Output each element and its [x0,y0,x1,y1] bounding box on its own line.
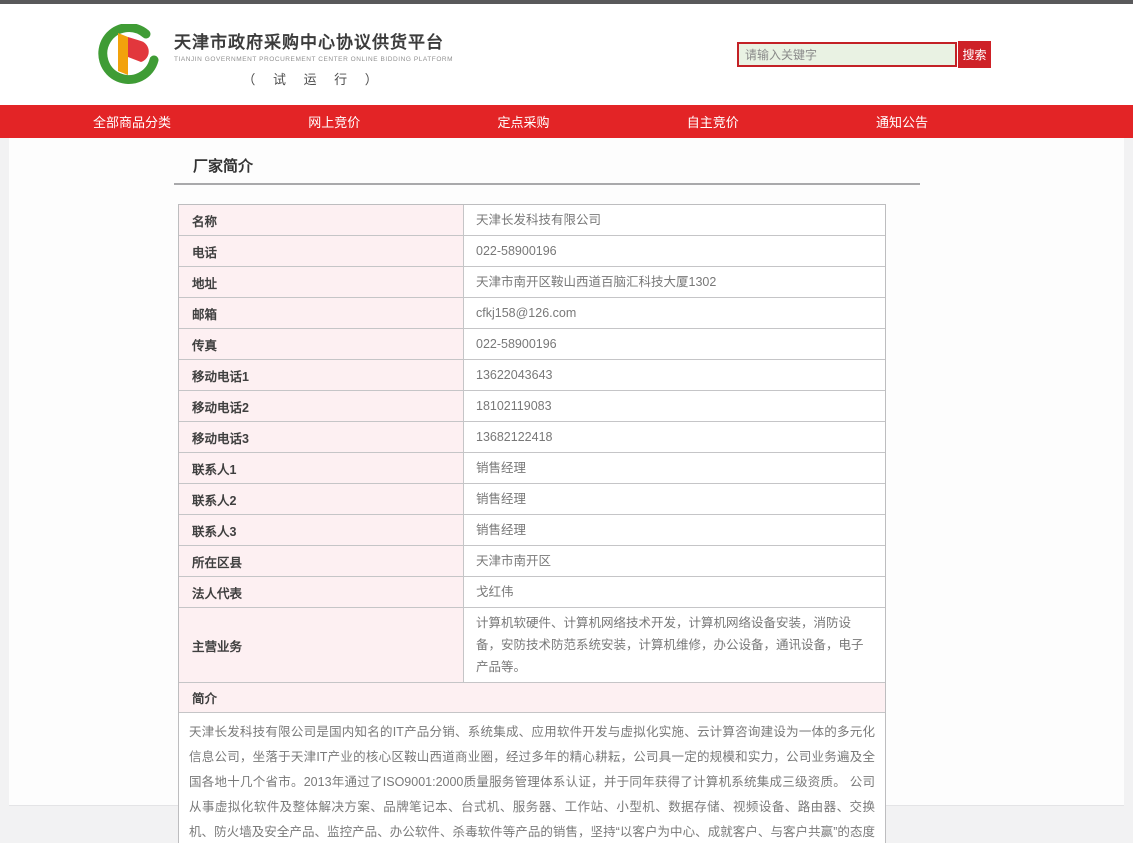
field-label: 法人代表 [179,577,464,607]
nav-item-designated-procurement[interactable]: 定点采购 [497,115,549,130]
search-bar: 搜索 [737,41,991,68]
nav-list-item: 定点采购 [497,112,549,132]
field-value: 销售经理 [464,453,885,483]
profile-section-header: 简介 [179,683,885,713]
table-row: 移动电话218102119083 [179,391,885,422]
field-value: 022-58900196 [464,236,885,266]
content-area: 厂家简介 名称天津长发科技有限公司电话022-58900196地址天津市南开区鞍… [0,138,1133,843]
field-value: 18102119083 [464,391,885,421]
field-label: 电话 [179,236,464,266]
search-input[interactable] [737,42,957,67]
table-row: 联系人1销售经理 [179,453,885,484]
table-row: 所在区县天津市南开区 [179,546,885,577]
table-row: 法人代表戈红伟 [179,577,885,608]
site-header: 天津市政府采购中心协议供货平台 TIANJIN GOVERNMENT PROCU… [0,4,1133,105]
field-label: 邮箱 [179,298,464,328]
content-card: 厂家简介 名称天津长发科技有限公司电话022-58900196地址天津市南开区鞍… [9,138,1124,806]
nav-list-item: 通知公告 [876,112,928,132]
title-divider [174,183,920,185]
field-value: 天津市南开区鞍山西道百脑汇科技大厦1302 [464,267,885,297]
nav-list: 全部商品分类 网上竞价 定点采购 自主竞价 通知公告 [0,105,1133,138]
field-value: 13622043643 [464,360,885,390]
field-value: 天津市南开区 [464,546,885,576]
table-row: 电话022-58900196 [179,236,885,267]
field-value: 计算机软硬件、计算机网络技术开发，计算机网络设备安装，消防设备，安防技术防范系统… [464,608,885,682]
field-label: 主营业务 [179,608,464,682]
table-row: 移动电话113622043643 [179,360,885,391]
vendor-info-rows: 名称天津长发科技有限公司电话022-58900196地址天津市南开区鞍山西道百脑… [179,205,885,683]
table-row: 传真022-58900196 [179,329,885,360]
nav-item-notice-announcements[interactable]: 通知公告 [876,115,928,130]
page-title: 厂家简介 [9,138,1124,176]
nav-list-item: 自主竞价 [687,112,739,132]
field-value: 戈红伟 [464,577,885,607]
vendor-info-table: 名称天津长发科技有限公司电话022-58900196地址天津市南开区鞍山西道百脑… [178,204,886,843]
field-label: 移动电话3 [179,422,464,452]
field-value: 天津长发科技有限公司 [464,205,885,235]
field-label: 传真 [179,329,464,359]
nav-item-online-bidding[interactable]: 网上竞价 [308,115,360,130]
site-logo-icon [88,24,160,88]
search-button[interactable]: 搜索 [958,41,991,68]
table-row: 邮箱cfkj158@126.com [179,298,885,329]
brand[interactable]: 天津市政府采购中心协议供货平台 TIANJIN GOVERNMENT PROCU… [88,22,453,88]
field-label: 移动电话2 [179,391,464,421]
field-label: 名称 [179,205,464,235]
trial-run-label: （ 试 运 行 ） [174,69,453,88]
field-label: 地址 [179,267,464,297]
field-label: 联系人1 [179,453,464,483]
nav-item-all-product-categories[interactable]: 全部商品分类 [93,115,171,130]
site-title: 天津市政府采购中心协议供货平台 [174,28,453,53]
brand-text: 天津市政府采购中心协议供货平台 TIANJIN GOVERNMENT PROCU… [174,22,453,88]
profile-section-text: 天津长发科技有限公司是国内知名的IT产品分销、系统集成、应用软件开发与虚拟化实施… [179,713,885,843]
field-label: 联系人2 [179,484,464,514]
nav-list-item: 全部商品分类 [93,112,171,132]
field-label: 所在区县 [179,546,464,576]
table-row: 主营业务计算机软硬件、计算机网络技术开发，计算机网络设备安装，消防设备，安防技术… [179,608,885,683]
table-row: 联系人2销售经理 [179,484,885,515]
table-row: 联系人3销售经理 [179,515,885,546]
field-value: cfkj158@126.com [464,298,885,328]
field-value: 13682122418 [464,422,885,452]
field-label: 联系人3 [179,515,464,545]
field-value: 销售经理 [464,515,885,545]
field-value: 销售经理 [464,484,885,514]
table-row: 移动电话313682122418 [179,422,885,453]
nav-list-item: 网上竞价 [308,112,360,132]
field-value: 022-58900196 [464,329,885,359]
site-subtitle: TIANJIN GOVERNMENT PROCUREMENT CENTER ON… [174,56,453,63]
table-row: 名称天津长发科技有限公司 [179,205,885,236]
field-label: 移动电话1 [179,360,464,390]
main-nav: 全部商品分类 网上竞价 定点采购 自主竞价 通知公告 [0,105,1133,138]
table-row: 地址天津市南开区鞍山西道百脑汇科技大厦1302 [179,267,885,298]
nav-item-independent-bidding[interactable]: 自主竞价 [687,115,739,130]
